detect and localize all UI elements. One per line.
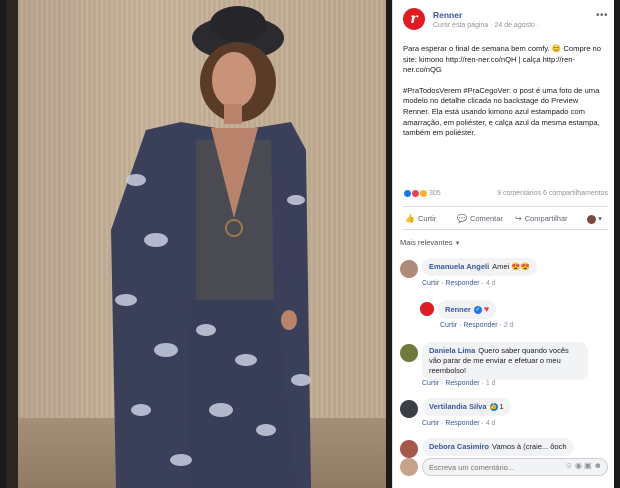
avatar	[587, 214, 596, 224]
chevron-down-icon: ▼	[454, 241, 461, 247]
comment-action-links[interactable]: Curtir · Responder ·	[422, 280, 484, 287]
camera-icon[interactable]: ◉	[575, 461, 584, 470]
comment-label: Comentar	[469, 214, 503, 223]
composer-icons[interactable]: ☺◉▣☻	[565, 461, 604, 470]
comment-reaction-count: 1	[499, 402, 504, 411]
comment-actions[interactable]: Curtir · Responder · 2 d	[440, 322, 514, 329]
comment-text: Amei 😍😍	[492, 262, 531, 271]
avatar[interactable]	[400, 400, 418, 418]
comment-actions[interactable]: Curtir · Responder · 4 d	[422, 280, 496, 287]
comment-bubble: Debora Casimiro Vamos à (craie... ôoch	[422, 438, 574, 456]
like-icon: 👍	[489, 403, 498, 412]
emoji-icon[interactable]: ☺	[565, 461, 575, 470]
post-text-paragraph-2: #PraTodosVerem #PraCegoVer: o post é uma…	[403, 85, 600, 138]
page-name[interactable]: Renner	[433, 10, 462, 20]
comment-icon: 💬	[457, 214, 467, 223]
comment-author[interactable]: Debora Casimiro	[429, 442, 489, 451]
post-details-panel: r Renner Curtir esta página · 24 de agos…	[392, 0, 614, 488]
post-as-selector[interactable]: ▾	[587, 214, 602, 224]
post-text: Para esperar o final de semana bem comfy…	[403, 44, 605, 149]
wow-reaction-icon	[419, 189, 429, 199]
share-icon: ↪	[515, 214, 522, 223]
comment-text: ♥	[483, 304, 490, 314]
avatar[interactable]	[400, 260, 418, 278]
comment-button[interactable]: 💬 Comentar	[457, 214, 503, 223]
comment-actions[interactable]: Curtir · Responder · 4 d	[422, 420, 496, 427]
more-icon[interactable]: •••	[596, 10, 608, 21]
share-label: Compartilhar	[524, 214, 568, 223]
like-label: Curtir	[417, 214, 437, 223]
comment-action-links[interactable]: Curtir · Responder ·	[422, 420, 484, 427]
comment-author[interactable]: Daniela Lima	[429, 346, 475, 355]
comment-actions[interactable]: Curtir · Responder · 1 d	[422, 380, 496, 387]
comment-sort-label: Mais relevantes	[400, 238, 453, 247]
reaction-count[interactable]: 305	[429, 190, 441, 197]
comment-author[interactable]: Renner	[445, 305, 471, 314]
avatar	[400, 458, 418, 476]
comment-bubble: Vertilandia Silva 👍 1	[422, 398, 511, 416]
comment-time[interactable]: 4 d	[486, 420, 496, 427]
post-text-paragraph-1: Para esperar o final de semana bem comfy…	[403, 44, 601, 75]
comment-bubble: Emanuela Angeli Amei 😍😍	[422, 258, 538, 276]
comment-action-links[interactable]: Curtir · Responder ·	[440, 322, 502, 329]
chevron-down-icon: ▾	[598, 214, 602, 223]
comment-bubble: Renner ✓ ♥	[438, 300, 497, 319]
like-icon: 👍	[405, 214, 415, 223]
viewer-edge	[614, 0, 620, 488]
comment-time[interactable]: 1 d	[486, 380, 496, 387]
like-button[interactable]: 👍 Curtir	[405, 214, 436, 223]
comment-bubble: Daniela Lima Quero saber quando vocês vão…	[422, 342, 588, 380]
sticker-icon[interactable]: ☻	[594, 461, 604, 470]
comment-time[interactable]: 2 d	[504, 322, 514, 329]
reactions-summary[interactable]: 305 9 comentários 6 compartilhamentos	[403, 188, 608, 202]
comment-action-links[interactable]: Curtir · Responder ·	[422, 380, 484, 387]
page-avatar[interactable]: r	[403, 8, 425, 30]
post-header: r Renner Curtir esta página · 24 de agos…	[403, 8, 608, 38]
post-actions: 👍 Curtir 💬 Comentar ↪ Compartilhar ▾	[403, 206, 608, 230]
post-meta[interactable]: Curtir esta página · 24 de agosto ·	[433, 22, 539, 29]
comment-author[interactable]: Vertilandia Silva	[429, 402, 487, 411]
avatar[interactable]	[420, 302, 434, 316]
gif-icon[interactable]: ▣	[584, 461, 594, 470]
avatar[interactable]	[400, 344, 418, 362]
reaction-icons	[403, 189, 429, 199]
comment-time[interactable]: 4 d	[486, 280, 496, 287]
comment-text: Vamos à (craie... ôoch	[492, 442, 567, 451]
comments-shares-count[interactable]: 9 comentários 6 compartilhamentos	[497, 190, 608, 197]
model-illustration	[111, 6, 311, 488]
post-photo[interactable]	[6, 0, 386, 488]
comment-sort-dropdown[interactable]: Mais relevantes ▼	[400, 238, 461, 247]
comment-author[interactable]: Emanuela Angeli	[429, 262, 489, 271]
comment-composer: ☺◉▣☻	[400, 456, 610, 478]
verified-icon: ✓	[473, 306, 482, 315]
share-button[interactable]: ↪ Compartilhar	[515, 214, 568, 223]
